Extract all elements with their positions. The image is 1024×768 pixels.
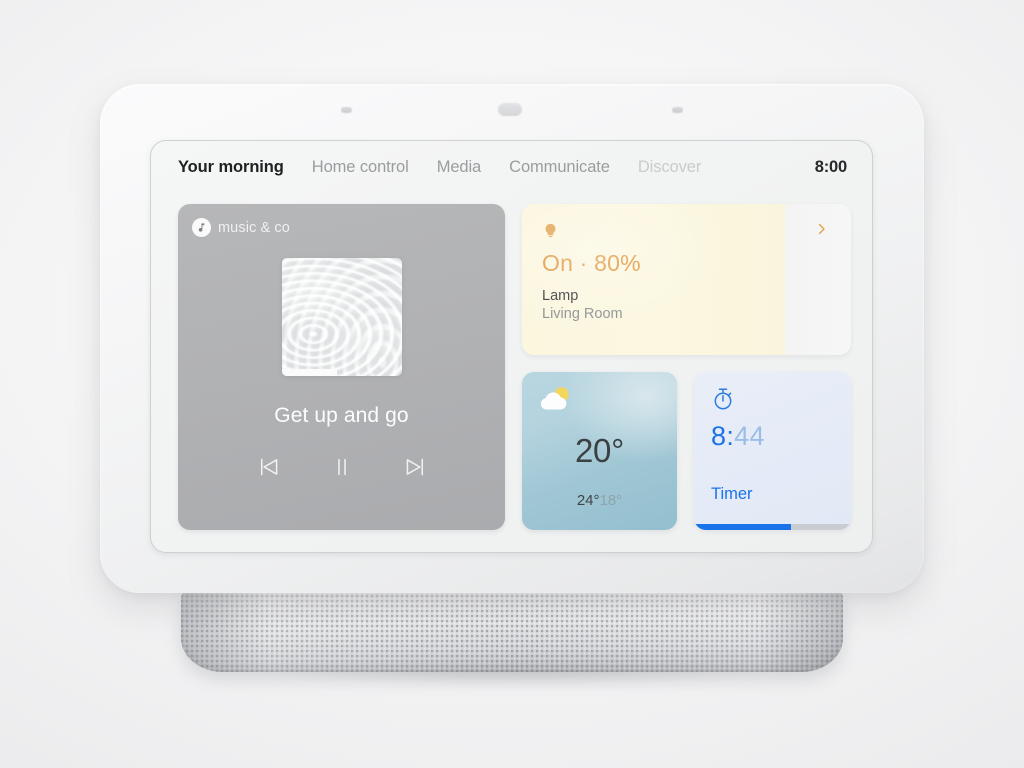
lamp-room: Living Room <box>542 306 623 322</box>
pause-icon[interactable] <box>329 454 355 480</box>
album-artwork <box>281 258 402 376</box>
tab-your-morning[interactable]: Your morning <box>178 158 284 177</box>
track-title: Get up and go <box>274 404 409 427</box>
weather-temperature: 20° <box>574 432 624 469</box>
weather-high-low: 24°18° <box>577 492 622 509</box>
weather-high: 24° <box>576 492 600 509</box>
ambient-light-sensor-icon <box>341 107 352 113</box>
timer-card[interactable]: 8:44 Timer <box>694 372 851 530</box>
lightbulb-icon <box>542 220 833 242</box>
timer-progress-fill <box>694 524 792 530</box>
lamp-name: Lamp <box>542 288 579 304</box>
timer-minutes: 8: <box>711 421 735 451</box>
camera-icon <box>498 103 522 116</box>
tab-home-control[interactable]: Home control <box>312 158 409 177</box>
music-note-icon <box>192 218 211 237</box>
top-nav: Your morning Home control Media Communic… <box>178 158 851 188</box>
clock: 8:00 <box>814 158 847 176</box>
display-screen: Your morning Home control Media Communic… <box>150 140 873 553</box>
weather-low: 18° <box>599 492 623 509</box>
next-track-icon[interactable] <box>402 454 428 480</box>
media-provider-name: music & co <box>218 219 290 236</box>
timer-seconds: 44 <box>734 421 765 451</box>
right-column: On · 80% Lamp Living Room 20° 24°18° 8:4… <box>522 204 851 530</box>
lamp-control-card[interactable]: On · 80% Lamp Living Room <box>522 204 851 355</box>
chevron-right-icon[interactable] <box>814 220 829 238</box>
stopwatch-icon <box>711 386 851 412</box>
previous-track-icon[interactable] <box>256 454 282 480</box>
timer-remaining: 8:44 <box>711 421 851 452</box>
partly-cloudy-icon <box>536 385 576 415</box>
timer-progress-track <box>694 524 851 530</box>
ambient-light-sensor-icon <box>672 107 683 113</box>
media-controls <box>256 454 428 480</box>
media-player-card[interactable]: music & co Get up and go <box>178 204 505 530</box>
bottom-row: 20° 24°18° 8:44 Timer <box>522 372 851 530</box>
tab-communicate[interactable]: Communicate <box>509 158 610 177</box>
media-provider: music & co <box>192 218 290 237</box>
tab-discover[interactable]: Discover <box>638 158 701 177</box>
device-body: Your morning Home control Media Communic… <box>100 84 924 593</box>
speaker-base <box>181 590 843 672</box>
card-grid: music & co Get up and go On · 80% Lamp L… <box>178 204 851 530</box>
speaker-shading <box>181 590 843 672</box>
tab-media[interactable]: Media <box>437 158 482 177</box>
weather-card[interactable]: 20° 24°18° <box>522 372 677 530</box>
lamp-state: On · 80% <box>542 250 641 276</box>
timer-label: Timer <box>711 485 753 503</box>
